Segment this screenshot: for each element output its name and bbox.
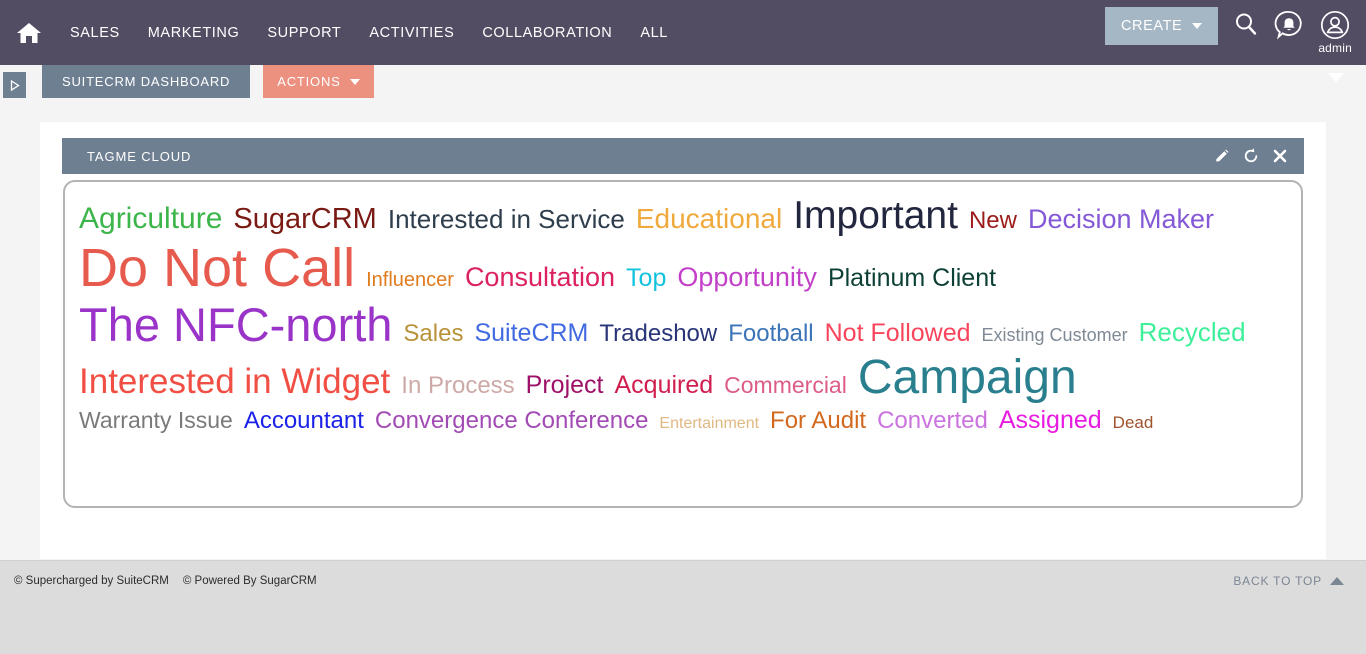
tab-bar: SUITECRM DASHBOARD ACTIONS	[0, 65, 1366, 100]
tag-item[interactable]: Opportunity	[677, 264, 817, 291]
back-to-top-label: BACK TO TOP	[1233, 573, 1322, 588]
back-to-top-button[interactable]: BACK TO TOP	[1233, 574, 1344, 588]
tag-item[interactable]: Converted	[877, 409, 988, 433]
create-button-label: CREATE	[1120, 18, 1183, 34]
dashboard-page: TAGME CLOUD Agriculture SugarCRM Interes…	[0, 100, 1366, 560]
user-menu-button[interactable]: admin	[1318, 10, 1352, 55]
nav-item-all[interactable]: ALL	[626, 17, 682, 49]
tag-item[interactable]: Top	[626, 266, 666, 291]
tag-item[interactable]: SuiteCRM	[474, 321, 588, 346]
tab-dashboard-label: SUITECRM DASHBOARD	[62, 74, 231, 89]
nav-item-marketing[interactable]: MARKETING	[134, 17, 254, 49]
tag-cloud-row: Warranty Issue Accountant Convergence Co…	[79, 408, 1287, 433]
dashlet-header: TAGME CLOUD	[62, 138, 1304, 174]
create-button[interactable]: CREATE	[1104, 7, 1219, 45]
edit-pencil-icon[interactable]	[1213, 148, 1230, 165]
search-icon	[1236, 13, 1257, 35]
tag-item[interactable]: Consultation	[465, 264, 615, 291]
tag-item[interactable]: Do Not Call	[79, 241, 355, 295]
tag-item[interactable]: Campaign	[858, 354, 1077, 402]
dashboard-canvas: TAGME CLOUD Agriculture SugarCRM Interes…	[40, 122, 1326, 559]
search-button[interactable]	[1232, 10, 1260, 38]
nav-item-collaboration[interactable]: COLLABORATION	[468, 17, 626, 49]
tag-item[interactable]: Recycled	[1139, 319, 1246, 345]
tag-item[interactable]: Agriculture	[79, 204, 222, 234]
tag-item[interactable]: Convergence Conference	[375, 409, 649, 433]
tag-cloud-row: The NFC-north Sales SuiteCRM Tradeshow F…	[79, 301, 1287, 348]
actions-label: ACTIONS	[277, 74, 341, 89]
tag-item[interactable]: Sales	[403, 322, 463, 346]
chevron-down-icon	[1192, 23, 1203, 29]
tagme-cloud-dashlet: TAGME CLOUD Agriculture SugarCRM Interes…	[62, 138, 1304, 508]
refresh-icon[interactable]	[1242, 147, 1260, 165]
tag-item[interactable]: Assigned	[999, 408, 1102, 433]
tag-item[interactable]: Interested in Widget	[79, 364, 390, 399]
dashlet-title: TAGME CLOUD	[87, 148, 192, 164]
tab-suitecrm-dashboard[interactable]: SUITECRM DASHBOARD	[42, 65, 251, 98]
expand-sidebar-icon	[10, 79, 20, 91]
tag-item[interactable]: Entertainment	[659, 416, 759, 432]
nav-item-support[interactable]: SUPPORT	[253, 17, 355, 49]
tag-item[interactable]: New	[969, 209, 1017, 233]
tag-item[interactable]: Interested in Service	[388, 206, 625, 232]
expand-sidebar-button[interactable]	[3, 72, 26, 98]
tag-item[interactable]: For Audit	[770, 409, 866, 433]
tag-item[interactable]: Project	[526, 373, 604, 398]
home-icon[interactable]	[14, 18, 44, 48]
notifications-button[interactable]	[1274, 10, 1304, 40]
nav-item-activities[interactable]: ACTIVITIES	[355, 17, 468, 49]
footer-supercharged-link[interactable]: © Supercharged by SuiteCRM	[14, 575, 169, 587]
tag-cloud-container: Agriculture SugarCRM Interested in Servi…	[63, 180, 1303, 508]
chevron-down-icon	[349, 78, 360, 85]
tag-item[interactable]: Acquired	[614, 373, 713, 398]
tag-item[interactable]: Existing Customer	[982, 326, 1128, 344]
collapse-panel-icon[interactable]	[1328, 73, 1344, 82]
tag-item[interactable]: Educational	[636, 205, 782, 233]
page-footer: © Supercharged by SuiteCRM © Powered By …	[0, 560, 1366, 600]
tag-item[interactable]: The NFC-north	[79, 301, 392, 348]
page-background-bottom	[0, 600, 1366, 654]
top-nav-actions: CREATE admin	[1104, 0, 1352, 65]
actions-dropdown-button[interactable]: ACTIONS	[263, 65, 374, 98]
tag-cloud-row: Agriculture SugarCRM Interested in Servi…	[79, 196, 1287, 235]
user-name-label: admin	[1318, 41, 1352, 55]
tag-item[interactable]: Platinum Client	[828, 266, 996, 291]
user-avatar-icon	[1321, 10, 1350, 40]
tag-item[interactable]: Accountant	[244, 409, 364, 433]
triangle-up-icon	[1330, 576, 1344, 585]
footer-powered-link[interactable]: © Powered By SugarCRM	[183, 575, 317, 587]
dashlet-tool-buttons	[1213, 147, 1288, 165]
nav-item-sales[interactable]: SALES	[56, 17, 134, 49]
tag-item[interactable]: Football	[728, 322, 813, 346]
tag-item[interactable]: Tradeshow	[599, 322, 717, 346]
tag-item[interactable]: In Process	[401, 374, 514, 398]
footer-credits: © Supercharged by SuiteCRM © Powered By …	[14, 575, 317, 587]
notification-bell-icon	[1274, 11, 1302, 40]
tag-cloud-row: Do Not Call Influencer Consultation Top …	[79, 241, 1287, 295]
tag-item[interactable]: Influencer	[366, 270, 454, 290]
tag-item[interactable]: SugarCRM	[233, 205, 376, 234]
close-icon[interactable]	[1272, 148, 1288, 164]
tag-item[interactable]: Not Followed	[825, 321, 971, 346]
main-menu: SALES MARKETING SUPPORT ACTIVITIES COLLA…	[56, 17, 682, 49]
tag-cloud-row: Interested in Widget In Process Project …	[79, 354, 1287, 402]
tag-item[interactable]: Decision Maker	[1028, 206, 1214, 233]
tag-item[interactable]: Warranty Issue	[79, 409, 233, 432]
tag-item[interactable]: Commercial	[724, 374, 847, 397]
tag-item[interactable]: Dead	[1113, 414, 1154, 431]
tag-item[interactable]: Important	[793, 196, 958, 235]
top-navigation-bar: SALES MARKETING SUPPORT ACTIVITIES COLLA…	[0, 0, 1366, 65]
